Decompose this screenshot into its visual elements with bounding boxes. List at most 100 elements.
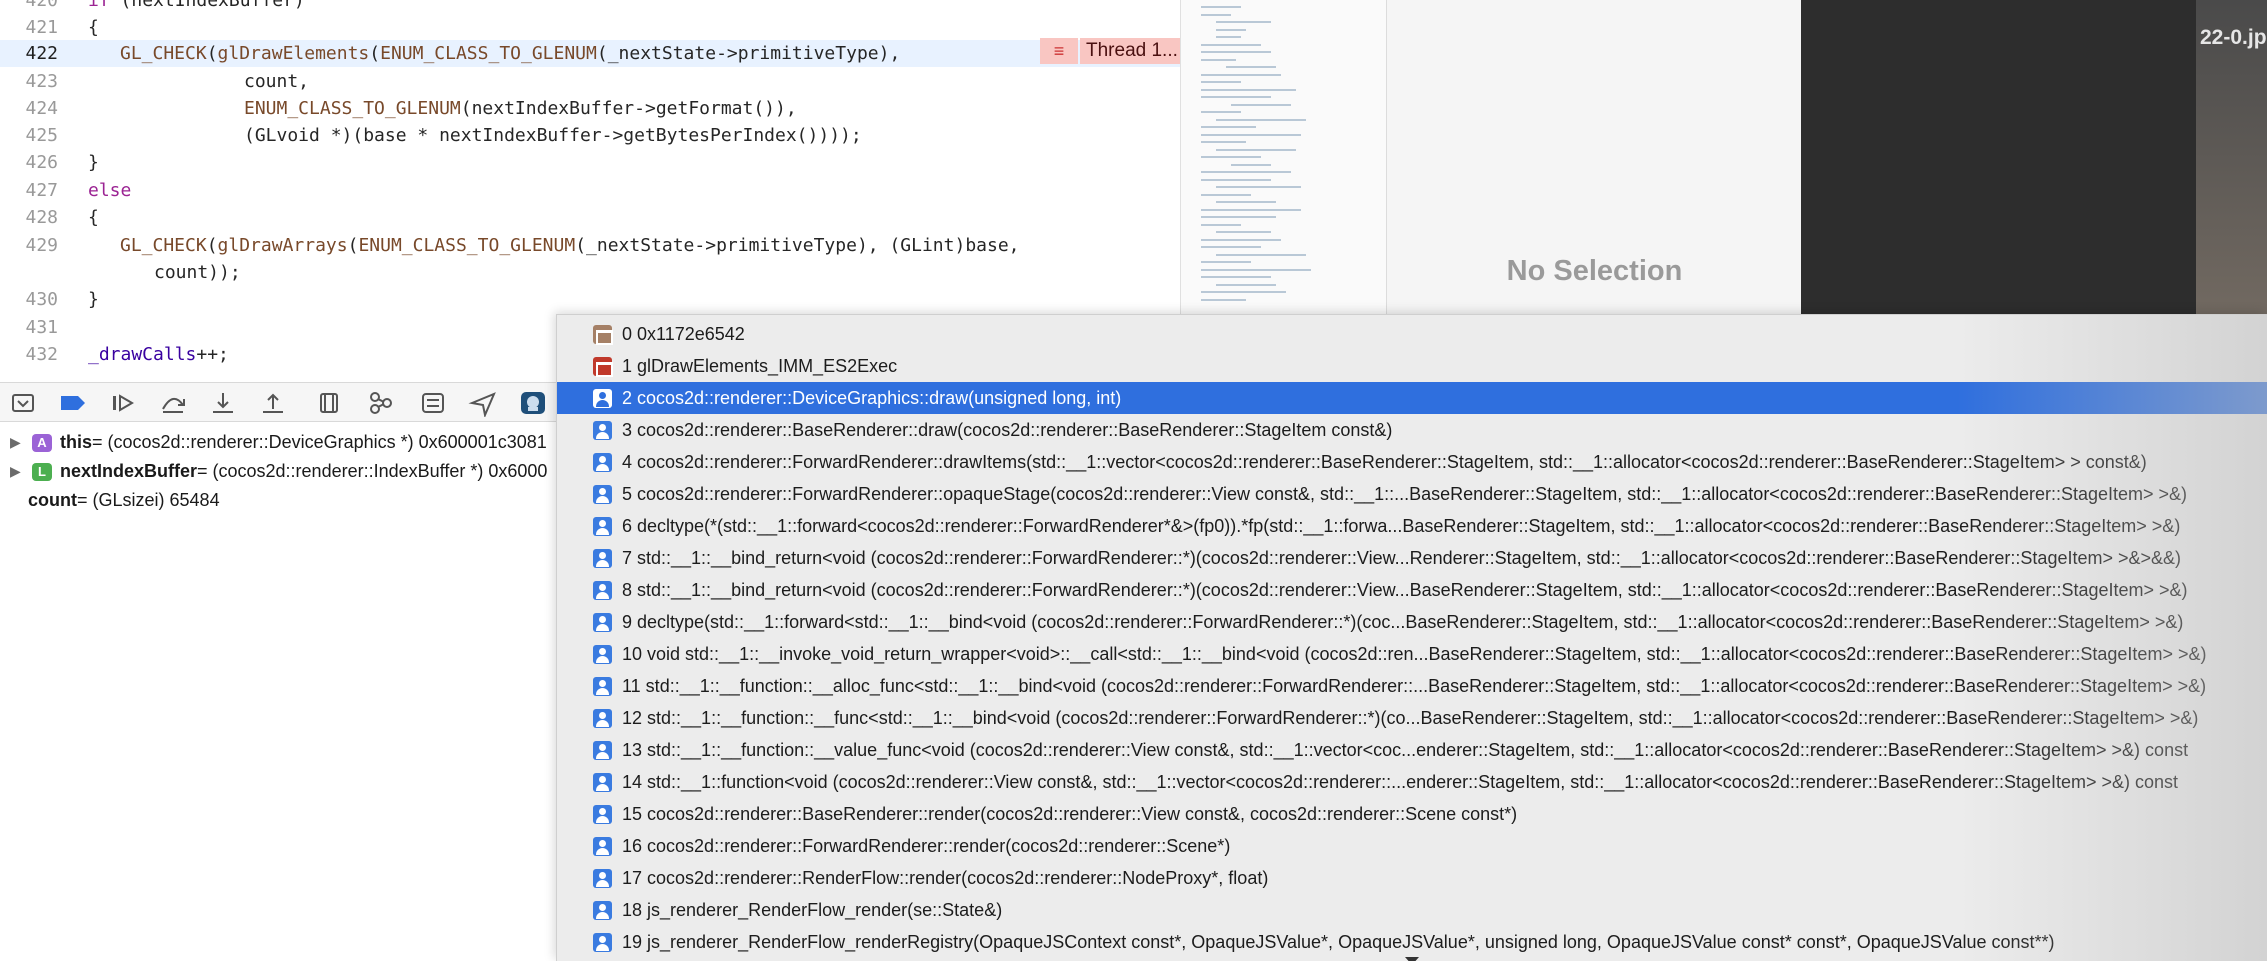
issue-menu-button[interactable]: ≡ <box>1040 38 1078 64</box>
desktop-file-label[interactable]: 22-0.jp <box>2200 26 2267 50</box>
line-number[interactable]: 425 <box>0 122 58 149</box>
step-into-icon[interactable] <box>208 389 238 417</box>
code-text[interactable]: count)); <box>154 259 241 286</box>
code-token: glDrawElements <box>217 43 370 64</box>
line-number[interactable]: 421 <box>0 14 58 41</box>
line-number[interactable]: 427 <box>0 177 58 204</box>
stack-frame-item[interactable]: 15 cocos2d::renderer::BaseRenderer::rend… <box>557 798 2267 830</box>
breakpoints-toggle-icon[interactable] <box>58 389 88 417</box>
minimap-stroke <box>1216 21 1271 23</box>
code-text[interactable]: { <box>88 204 99 231</box>
minimap-stroke <box>1201 13 1231 16</box>
user-code-icon <box>593 869 612 888</box>
memory-graph-icon[interactable] <box>366 389 396 417</box>
line-number[interactable]: 426 <box>0 149 58 176</box>
code-line[interactable]: 427 else <box>0 177 1180 204</box>
simulate-location-icon[interactable] <box>468 389 498 419</box>
user-code-icon <box>593 549 612 568</box>
disclosure-triangle-icon[interactable]: ▶ <box>10 428 21 457</box>
hide-debug-area-icon[interactable] <box>8 389 38 417</box>
code-text[interactable]: GL_CHECK(glDrawArrays(ENUM_CLASS_TO_GLEN… <box>120 232 1020 259</box>
line-number[interactable]: 422 <box>0 40 58 67</box>
stack-frame-label: 13 std::__1::__function::__value_func<vo… <box>622 740 2189 760</box>
stack-frame-item[interactable]: 6 decltype(*(std::__1::forward<cocos2d::… <box>557 510 2267 542</box>
code-minimap[interactable] <box>1180 0 1386 315</box>
user-code-icon <box>593 773 612 792</box>
stack-frame-item[interactable]: 0 0x1172e6542 <box>557 318 2267 350</box>
stack-frame-item[interactable]: 2 cocos2d::renderer::DeviceGraphics::dra… <box>557 382 2267 414</box>
code-text[interactable]: } <box>88 149 99 176</box>
code-text[interactable]: if (nextIndexBuffer) <box>88 0 305 14</box>
stack-frame-item[interactable]: 5 cocos2d::renderer::ForwardRenderer::op… <box>557 478 2267 510</box>
code-text[interactable]: (GLvoid *)(base * nextIndexBuffer->getBy… <box>244 122 862 149</box>
minimap-stroke <box>1201 111 1241 113</box>
stack-frame-item[interactable]: 8 std::__1::__bind_return<void (cocos2d:… <box>557 574 2267 606</box>
code-line[interactable]: 422 GL_CHECK(glDrawElements(ENUM_CLASS_TO… <box>0 40 1180 67</box>
code-text[interactable]: } <box>88 286 99 313</box>
variable-row[interactable]: ▶ Athis = (cocos2d::renderer::DeviceGraph… <box>0 428 560 457</box>
line-number[interactable]: 431 <box>0 314 58 341</box>
code-text[interactable]: ENUM_CLASS_TO_GLENUM(nextIndexBuffer->ge… <box>244 95 797 122</box>
stack-frame-item[interactable]: 7 std::__1::__bind_return<void (cocos2d:… <box>557 542 2267 574</box>
code-line[interactable]: 420 if (nextIndexBuffer) <box>0 0 1180 14</box>
code-line[interactable]: count)); <box>0 259 1180 286</box>
stack-frame-item[interactable]: 19 js_renderer_RenderFlow_renderRegistry… <box>557 926 2267 958</box>
code-text[interactable]: else <box>88 177 131 204</box>
code-line[interactable]: 424 ENUM_CLASS_TO_GLENUM(nextIndexBuffer-… <box>0 95 1180 122</box>
user-code-icon <box>593 517 612 536</box>
minimap-stroke <box>1201 88 1296 91</box>
minimap-stroke <box>1216 118 1306 121</box>
call-stack-popup[interactable]: 0 0x1172e6542 1 glDrawElements_IMM_ES2Exe… <box>556 314 2267 961</box>
stack-frame-item[interactable]: 14 std::__1::function<void (cocos2d::ren… <box>557 766 2267 798</box>
stack-frame-item[interactable]: 13 std::__1::__function::__value_func<vo… <box>557 734 2267 766</box>
stack-frame-item[interactable]: 10 void std::__1::__invoke_void_return_w… <box>557 638 2267 670</box>
process-icon[interactable] <box>518 389 548 417</box>
code-text[interactable]: GL_CHECK(glDrawElements(ENUM_CLASS_TO_GL… <box>120 40 900 67</box>
code-line[interactable]: 425 (GLvoid *)(base * nextIndexBuffer->ge… <box>0 122 1180 149</box>
stack-frame-item[interactable]: 9 decltype(std::__1::forward<std::__1::_… <box>557 606 2267 638</box>
stack-frame-item[interactable]: 17 cocos2d::renderer::RenderFlow::render… <box>557 862 2267 894</box>
code-line[interactable]: 421 { <box>0 14 1180 41</box>
thread-indicator-badge[interactable]: Thread 1... <box>1080 38 1180 64</box>
environment-overrides-icon[interactable] <box>418 389 448 417</box>
line-number[interactable]: 428 <box>0 204 58 231</box>
stack-frame-label: 4 cocos2d::renderer::ForwardRenderer::dr… <box>622 452 2147 472</box>
minimap-stroke <box>1216 36 1241 38</box>
code-line[interactable]: 423 count, <box>0 68 1180 95</box>
line-number[interactable]: 420 <box>0 0 58 14</box>
code-line[interactable]: 429 GL_CHECK(glDrawArrays(ENUM_CLASS_TO_G… <box>0 232 1180 259</box>
step-out-icon[interactable] <box>258 389 288 417</box>
code-token: ENUM_CLASS_TO_GLENUM <box>244 98 461 119</box>
code-text[interactable]: _drawCalls++; <box>88 341 229 368</box>
variable-row[interactable]: count = (GLsizei) 65484 <box>0 486 560 515</box>
code-line[interactable]: 430} <box>0 286 1180 313</box>
line-number[interactable]: 430 <box>0 286 58 313</box>
stack-frame-item[interactable]: 18 js_renderer_RenderFlow_render(se::Sta… <box>557 894 2267 926</box>
minimap-stroke <box>1201 6 1241 8</box>
continue-icon[interactable] <box>108 389 138 417</box>
line-number[interactable]: 432 <box>0 341 58 368</box>
step-over-icon[interactable] <box>158 389 188 417</box>
stack-frame-item[interactable]: 11 std::__1::__function::__alloc_func<st… <box>557 670 2267 702</box>
stack-frame-label: 19 js_renderer_RenderFlow_renderRegistry… <box>622 932 2055 952</box>
minimap-stroke <box>1201 216 1276 218</box>
stack-frame-item[interactable]: 16 cocos2d::renderer::ForwardRenderer::r… <box>557 830 2267 862</box>
line-number[interactable]: 423 <box>0 68 58 95</box>
variable-row[interactable]: ▶ LnextIndexBuffer = (cocos2d::renderer::… <box>0 457 560 486</box>
stack-frame-item[interactable]: 4 cocos2d::renderer::ForwardRenderer::dr… <box>557 446 2267 478</box>
code-line[interactable]: 426} <box>0 149 1180 176</box>
code-text[interactable]: count, <box>244 68 309 95</box>
code-text[interactable]: { <box>88 14 99 41</box>
stack-frame-item[interactable]: 3 cocos2d::renderer::BaseRenderer::draw(… <box>557 414 2267 446</box>
stack-frame-item[interactable]: 1 glDrawElements_IMM_ES2Exec <box>557 350 2267 382</box>
variables-view[interactable]: ▶ Athis = (cocos2d::renderer::DeviceGraph… <box>0 422 560 961</box>
code-line[interactable]: 428 { <box>0 204 1180 231</box>
line-number[interactable]: 424 <box>0 95 58 122</box>
view-hierarchy-icon[interactable] <box>314 389 344 417</box>
line-number[interactable]: 429 <box>0 232 58 259</box>
code-token: (_nextState->primitiveType), (GLint)base… <box>575 235 1020 256</box>
code-token: ( <box>369 43 381 64</box>
stack-frame-item[interactable]: 12 std::__1::__function::__func<std::__1… <box>557 702 2267 734</box>
minimap-stroke <box>1201 276 1271 278</box>
disclosure-triangle-icon[interactable]: ▶ <box>10 457 21 486</box>
